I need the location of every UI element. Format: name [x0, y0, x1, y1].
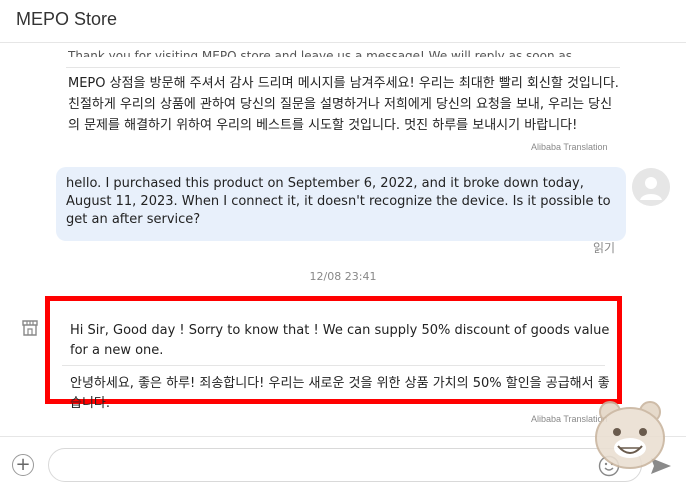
plus-icon[interactable]: +: [12, 454, 34, 476]
store-message: Thank you for visiting MEPO store and le…: [56, 43, 630, 141]
bear-mascot-icon: [590, 400, 670, 472]
store-message-translation: MEPO 상점을 방문해 주셔서 감사 드리며 메시지를 남겨주세요! 우리는 …: [68, 76, 619, 133]
translation-divider: [62, 365, 605, 366]
user-message-text: hello. I purchased this product on Septe…: [66, 176, 611, 227]
chat-area[interactable]: Thank you for visiting MEPO store and le…: [0, 43, 686, 436]
user-avatar-icon: [632, 168, 670, 206]
store-title: MEPO Store: [16, 9, 118, 29]
store-icon: [20, 318, 40, 338]
message-composer: +: [0, 436, 686, 491]
read-status: 읽기: [593, 241, 616, 255]
translator-label: Alibaba Translation: [531, 142, 608, 152]
message-timestamp: 12/08 23:41: [309, 270, 377, 283]
store-reply-korean: 안녕하세요, 좋은 하루! 죄송합니다! 우리는 새로운 것을 위한 상품 가치…: [70, 376, 610, 411]
store-message-original: Thank you for visiting MEPO store and le…: [68, 49, 572, 57]
translation-divider: [66, 67, 620, 68]
message-input[interactable]: [48, 448, 642, 482]
user-message: hello. I purchased this product on Septe…: [56, 167, 626, 241]
chat-header: MEPO Store: [0, 0, 686, 43]
highlighted-store-reply: Hi Sir, Good day ! Sorry to know that ! …: [45, 296, 622, 411]
store-reply-english: Hi Sir, Good day ! Sorry to know that ! …: [70, 323, 610, 358]
